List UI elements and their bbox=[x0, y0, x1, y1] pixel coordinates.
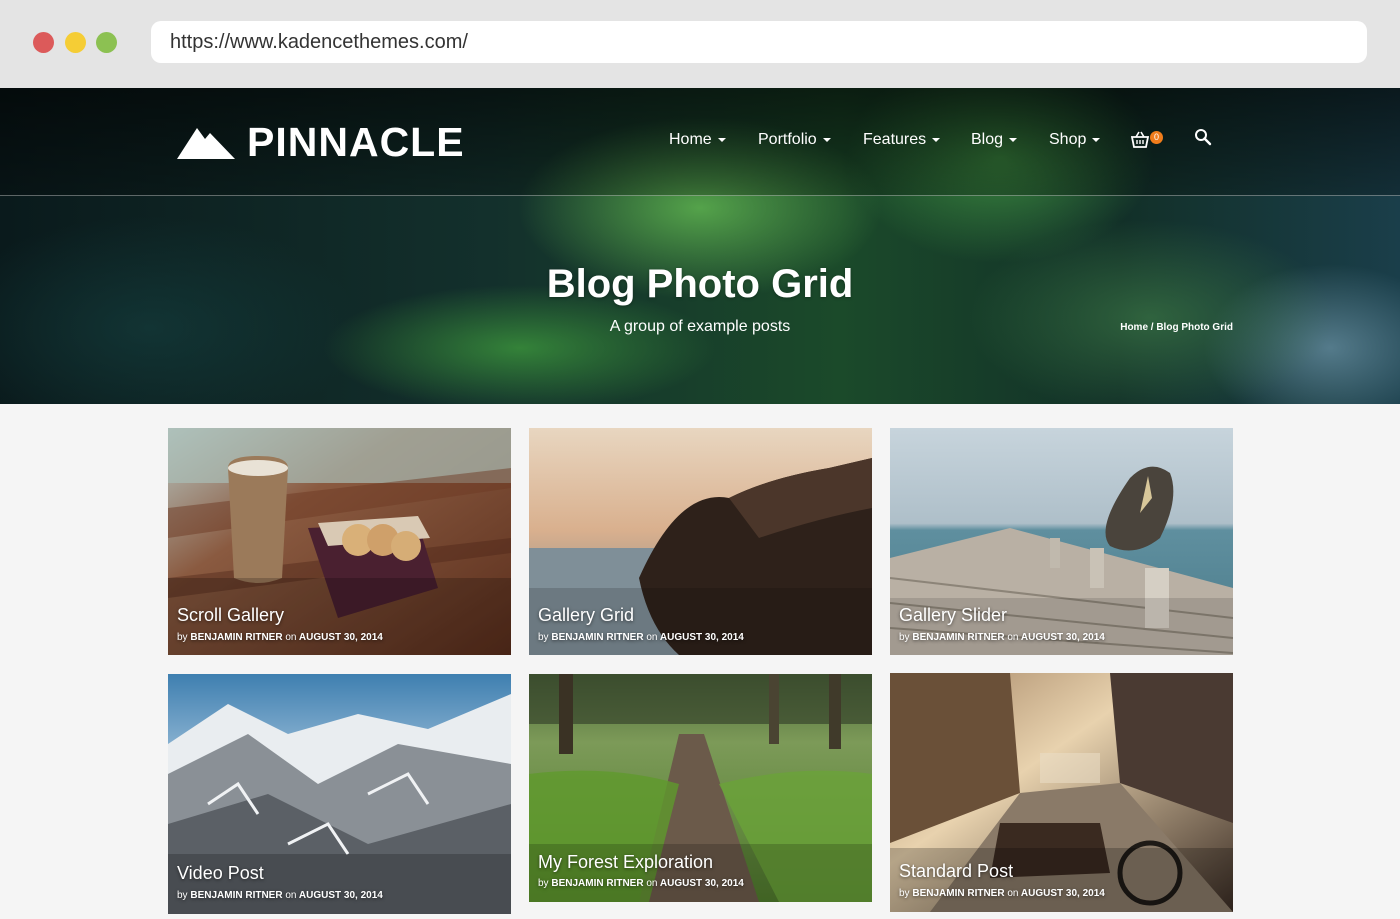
search-button[interactable] bbox=[1194, 128, 1212, 146]
post-title[interactable]: My Forest Exploration bbox=[538, 851, 713, 873]
meta-by: by bbox=[899, 632, 910, 643]
meta-on: on bbox=[1007, 632, 1019, 643]
post-meta: by BENJAMIN RITNER on AUGUST 30, 2014 bbox=[899, 887, 1105, 900]
header-divider bbox=[0, 195, 1400, 196]
breadcrumb[interactable]: Home / Blog Photo Grid bbox=[1120, 321, 1233, 335]
meta-on: on bbox=[646, 878, 658, 889]
meta-by: by bbox=[899, 888, 910, 899]
meta-by: by bbox=[177, 632, 188, 643]
post-title[interactable]: Gallery Grid bbox=[538, 604, 634, 626]
cart-button[interactable]: 0 bbox=[1131, 128, 1165, 150]
close-window-button[interactable] bbox=[33, 32, 54, 53]
nav-item-label: Features bbox=[863, 131, 927, 148]
post-card-gallery-slider[interactable]: Gallery Slider by BENJAMIN RITNER on AUG… bbox=[890, 428, 1233, 655]
post-title[interactable]: Gallery Slider bbox=[899, 604, 1007, 626]
meta-by: by bbox=[177, 890, 188, 901]
post-author[interactable]: BENJAMIN RITNER bbox=[551, 878, 643, 889]
post-date: AUGUST 30, 2014 bbox=[1020, 888, 1105, 899]
post-title[interactable]: Video Post bbox=[177, 862, 264, 884]
post-meta: by BENJAMIN RITNER on AUGUST 30, 2014 bbox=[538, 877, 744, 890]
post-author[interactable]: BENJAMIN RITNER bbox=[551, 632, 643, 643]
nav-item-shop[interactable]: Shop bbox=[1049, 126, 1101, 154]
minimize-window-button[interactable] bbox=[65, 32, 86, 53]
mountain-logo-icon bbox=[177, 128, 235, 159]
nav-item-features[interactable]: Features bbox=[863, 126, 941, 154]
nav-item-label: Shop bbox=[1049, 131, 1087, 148]
web-page: PINNACLE Home Portfolio Features Blog Sh… bbox=[0, 88, 1400, 919]
meta-on: on bbox=[1007, 888, 1019, 899]
caret-down-icon bbox=[717, 137, 726, 142]
post-title[interactable]: Scroll Gallery bbox=[177, 604, 284, 626]
post-card-scroll-gallery[interactable]: Scroll Gallery by BENJAMIN RITNER on AUG… bbox=[168, 428, 511, 655]
caret-down-icon bbox=[932, 137, 941, 142]
site-logo[interactable]: PINNACLE bbox=[177, 119, 465, 165]
page-title: Blog Photo Grid bbox=[546, 262, 854, 306]
cart-icon bbox=[1131, 131, 1149, 148]
post-author[interactable]: BENJAMIN RITNER bbox=[190, 632, 282, 643]
meta-by: by bbox=[538, 878, 549, 889]
address-bar-url: https://www.kadencethemes.com/ bbox=[170, 31, 468, 53]
address-bar[interactable]: https://www.kadencethemes.com/ bbox=[151, 21, 1367, 63]
nav-item-portfolio[interactable]: Portfolio bbox=[758, 126, 831, 154]
post-meta: by BENJAMIN RITNER on AUGUST 30, 2014 bbox=[899, 631, 1105, 644]
post-author[interactable]: BENJAMIN RITNER bbox=[912, 888, 1004, 899]
post-title[interactable]: Standard Post bbox=[899, 860, 1013, 882]
post-meta: by BENJAMIN RITNER on AUGUST 30, 2014 bbox=[177, 631, 383, 644]
post-card-gallery-grid[interactable]: Gallery Grid by BENJAMIN RITNER on AUGUS… bbox=[529, 428, 872, 655]
caret-down-icon bbox=[822, 137, 831, 142]
nav-item-label: Portfolio bbox=[758, 131, 817, 148]
caret-down-icon bbox=[1009, 137, 1018, 142]
post-card-my-forest-exploration[interactable]: My Forest Exploration by BENJAMIN RITNER… bbox=[529, 674, 872, 902]
page-header-hero: PINNACLE Home Portfolio Features Blog Sh… bbox=[0, 88, 1400, 404]
post-date: AUGUST 30, 2014 bbox=[659, 878, 744, 889]
meta-on: on bbox=[285, 632, 297, 643]
meta-by: by bbox=[538, 632, 549, 643]
browser-chrome: https://www.kadencethemes.com/ bbox=[0, 0, 1400, 88]
post-meta: by BENJAMIN RITNER on AUGUST 30, 2014 bbox=[177, 889, 383, 902]
site-logo-text: PINNACLE bbox=[247, 119, 465, 165]
post-card-video-post[interactable]: Video Post by BENJAMIN RITNER on AUGUST … bbox=[168, 674, 511, 914]
nav-item-label: Home bbox=[669, 131, 712, 148]
post-author[interactable]: BENJAMIN RITNER bbox=[912, 632, 1004, 643]
post-date: AUGUST 30, 2014 bbox=[298, 890, 383, 901]
post-author[interactable]: BENJAMIN RITNER bbox=[190, 890, 282, 901]
post-date: AUGUST 30, 2014 bbox=[298, 632, 383, 643]
nav-item-label: Blog bbox=[971, 131, 1004, 148]
post-meta: by BENJAMIN RITNER on AUGUST 30, 2014 bbox=[538, 631, 744, 644]
post-card-standard-post[interactable]: Standard Post by BENJAMIN RITNER on AUGU… bbox=[890, 673, 1233, 912]
post-date: AUGUST 30, 2014 bbox=[659, 632, 744, 643]
meta-on: on bbox=[646, 632, 658, 643]
meta-on: on bbox=[285, 890, 297, 901]
search-icon bbox=[1195, 129, 1212, 146]
post-date: AUGUST 30, 2014 bbox=[1020, 632, 1105, 643]
nav-item-blog[interactable]: Blog bbox=[971, 126, 1018, 154]
nav-item-home[interactable]: Home bbox=[669, 126, 726, 154]
caret-down-icon bbox=[1092, 137, 1101, 142]
cart-count-badge: 0 bbox=[1150, 131, 1163, 144]
maximize-window-button[interactable] bbox=[96, 32, 117, 53]
